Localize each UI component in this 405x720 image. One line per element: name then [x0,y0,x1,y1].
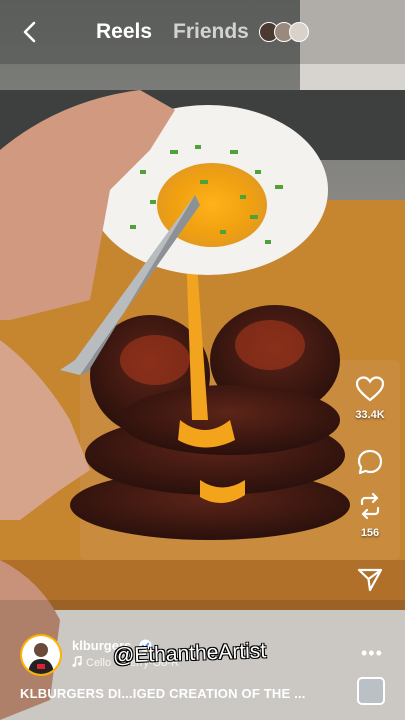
food-video-frame [0,0,405,720]
tab-friends[interactable]: Friends [173,20,249,44]
heart-icon [355,376,385,402]
comment-button[interactable] [335,448,405,481]
repost-button[interactable]: 156 [335,492,405,539]
friend-avatar [289,22,309,42]
audio-thumbnail[interactable] [357,677,385,705]
tab-reels[interactable]: Reels [96,20,152,44]
reel-video[interactable] [0,0,405,720]
share-count: 156 [360,527,380,539]
post-info: klburgers Cello · Merry-Go-R KLBURGERS D… [0,620,405,720]
top-bar: Reels Friends [0,0,405,64]
comment-icon [357,449,383,475]
send-button[interactable] [335,566,405,599]
send-icon [357,568,383,592]
like-button[interactable]: 33.4K [335,376,405,421]
like-count: 33.4K [355,409,385,421]
back-arrow-icon[interactable] [16,18,44,46]
avatar[interactable] [20,634,62,676]
friend-avatars[interactable] [259,22,311,42]
avatar-image [22,636,60,674]
music-note-icon [72,655,82,667]
repost-icon [360,492,380,520]
caption[interactable]: KLBURGERS DI...IGED CREATION OF THE ... [20,686,306,701]
avatar-portrait [28,643,54,674]
more-icon[interactable]: ••• [361,643,383,664]
